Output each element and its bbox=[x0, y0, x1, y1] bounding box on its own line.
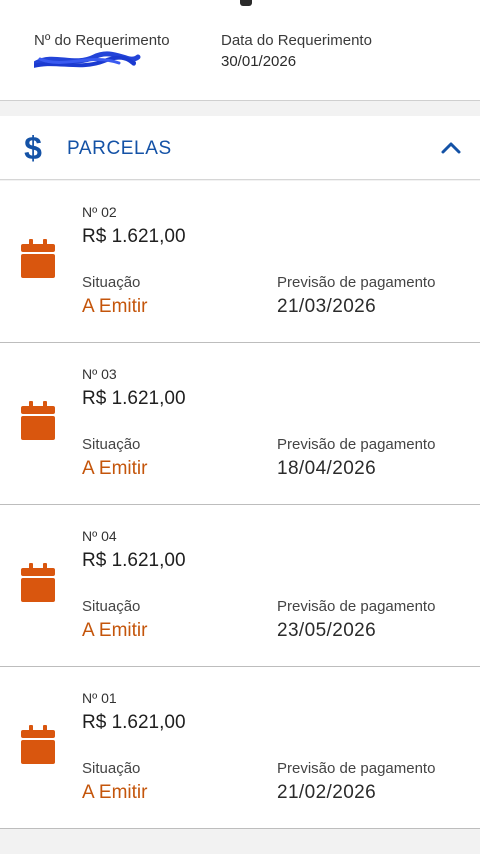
forecast-label: Previsão de pagamento bbox=[277, 760, 436, 777]
installment-item[interactable]: Nº 04 R$ 1.621,00 Situação A Emitir Prev… bbox=[0, 505, 480, 667]
redacted-scribble bbox=[28, 51, 144, 71]
status-label: Situação bbox=[82, 760, 141, 777]
calendar-icon bbox=[20, 725, 56, 765]
installment-item[interactable]: Nº 01 R$ 1.621,00 Situação A Emitir Prev… bbox=[0, 667, 480, 829]
installment-amount: R$ 1.621,00 bbox=[82, 712, 186, 733]
installment-item[interactable]: Nº 02 R$ 1.621,00 Situação A Emitir Prev… bbox=[0, 181, 480, 343]
page: Nº do Requerimento Data do Requerimento … bbox=[0, 0, 480, 854]
installment-number: Nº 03 bbox=[82, 366, 117, 382]
dollar-icon: $ bbox=[24, 130, 42, 166]
forecast-date: 18/04/2026 bbox=[277, 458, 377, 479]
forecast-label: Previsão de pagamento bbox=[277, 598, 436, 615]
forecast-date: 23/05/2026 bbox=[277, 620, 377, 641]
forecast-date: 21/03/2026 bbox=[277, 296, 377, 317]
request-date-value: 30/01/2026 bbox=[221, 53, 297, 70]
status-label: Situação bbox=[82, 598, 141, 615]
chevron-up-icon[interactable] bbox=[440, 140, 462, 156]
calendar-icon bbox=[20, 401, 56, 441]
status-value: A Emitir bbox=[82, 458, 148, 479]
calendar-icon bbox=[20, 563, 56, 603]
request-number-column: Nº do Requerimento bbox=[28, 31, 170, 71]
request-date-column: Data do Requerimento 30/01/2026 bbox=[221, 31, 372, 72]
installment-number: Nº 02 bbox=[82, 204, 117, 220]
top-partial-element bbox=[240, 0, 252, 6]
status-value: A Emitir bbox=[82, 782, 148, 803]
calendar-icon bbox=[20, 239, 56, 279]
status-label: Situação bbox=[82, 436, 141, 453]
installment-number: Nº 04 bbox=[82, 528, 117, 544]
status-value: A Emitir bbox=[82, 620, 148, 641]
parcelas-header[interactable]: $ PARCELAS bbox=[0, 116, 480, 180]
parcelas-title: PARCELAS bbox=[67, 138, 172, 159]
request-number-label: Nº do Requerimento bbox=[34, 32, 170, 49]
status-value: A Emitir bbox=[82, 296, 148, 317]
installment-amount: R$ 1.621,00 bbox=[82, 388, 186, 409]
installment-amount: R$ 1.621,00 bbox=[82, 226, 186, 247]
installment-item[interactable]: Nº 03 R$ 1.621,00 Situação A Emitir Prev… bbox=[0, 343, 480, 505]
request-info-card: Nº do Requerimento Data do Requerimento … bbox=[0, 0, 480, 101]
request-date-label: Data do Requerimento bbox=[221, 32, 372, 49]
forecast-label: Previsão de pagamento bbox=[277, 274, 436, 291]
installment-number: Nº 01 bbox=[82, 690, 117, 706]
installment-amount: R$ 1.621,00 bbox=[82, 550, 186, 571]
installments-list: Nº 02 R$ 1.621,00 Situação A Emitir Prev… bbox=[0, 181, 480, 829]
forecast-label: Previsão de pagamento bbox=[277, 436, 436, 453]
status-label: Situação bbox=[82, 274, 141, 291]
forecast-date: 21/02/2026 bbox=[277, 782, 377, 803]
